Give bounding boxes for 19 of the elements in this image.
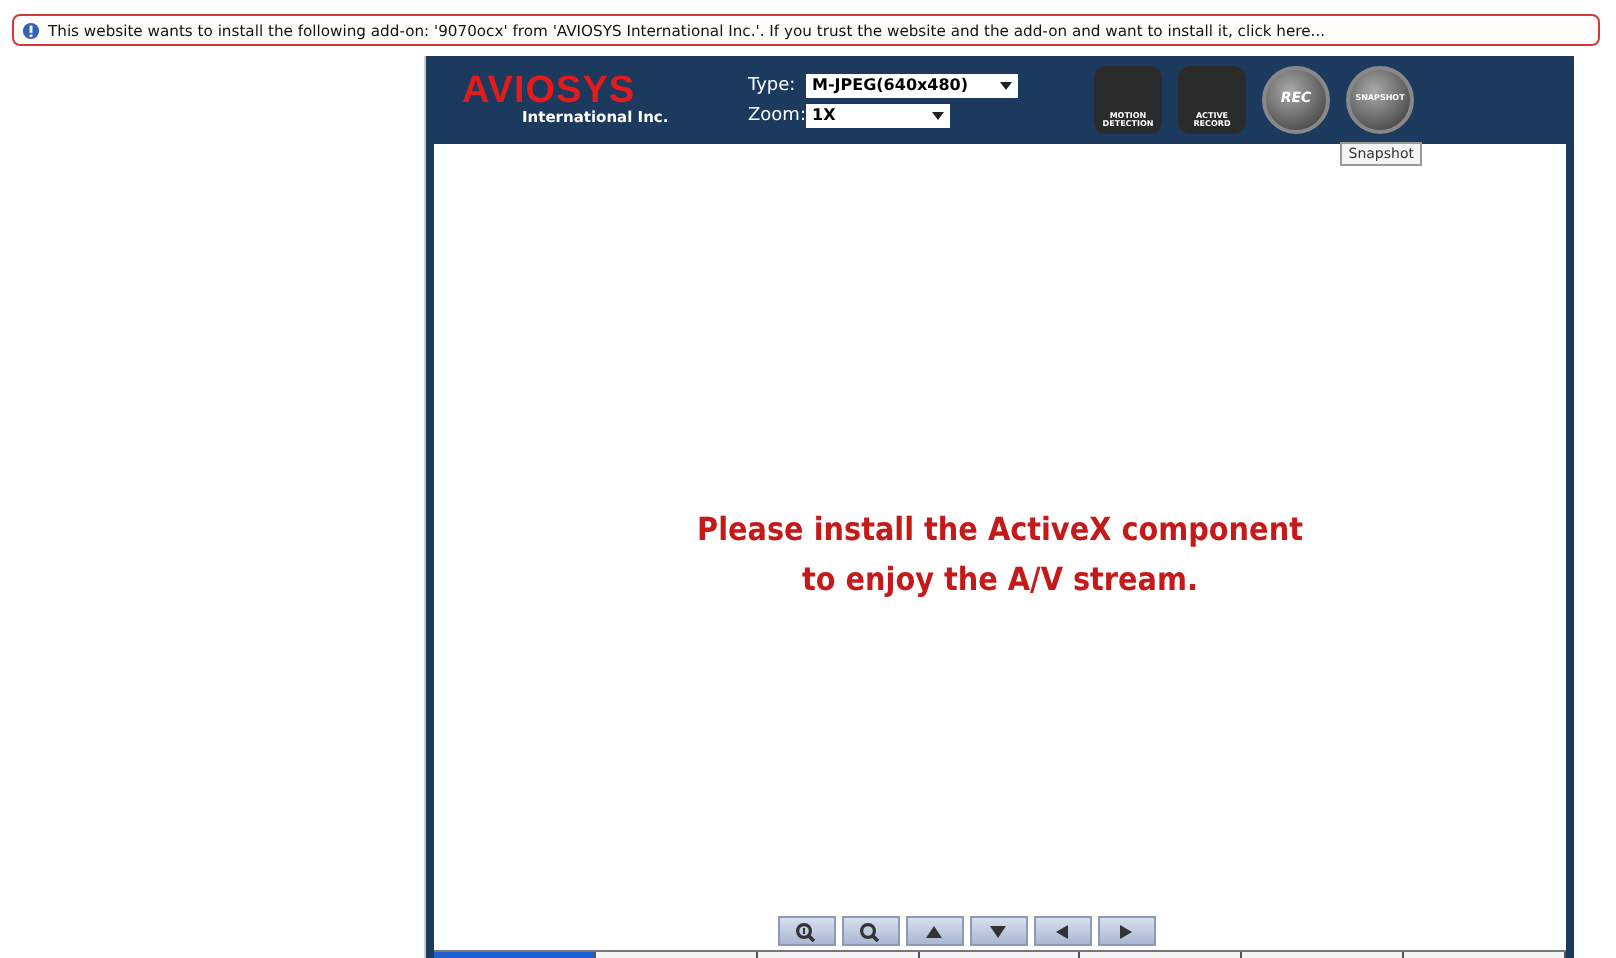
zoom-in-button[interactable] [777,916,835,946]
zoom-dropdown[interactable]: 1X [806,103,950,127]
install-message: Please install the ActiveX component [697,510,1303,548]
arrow-button[interactable] [1033,916,1091,946]
triangle-icon [922,921,946,941]
zoom-label: Zoom: [748,105,800,125]
triangle-icon [986,921,1010,941]
logo-text: AVIOSYS [462,74,638,108]
magnifier-icon [794,921,818,941]
type-label: Type: [748,75,798,95]
arrow-button[interactable] [1097,916,1155,946]
arrow-button[interactable] [969,916,1027,946]
magnifier-icon [858,921,882,941]
caret-icon [1000,81,1012,89]
type-dropdown[interactable]: M-JPEG(640x480) [806,73,1018,97]
caret-icon [932,111,944,119]
zoom-out-button[interactable] [841,916,899,946]
install-message: to enjoy the A/V stream. [802,560,1198,598]
arrow-button[interactable] [905,916,963,946]
